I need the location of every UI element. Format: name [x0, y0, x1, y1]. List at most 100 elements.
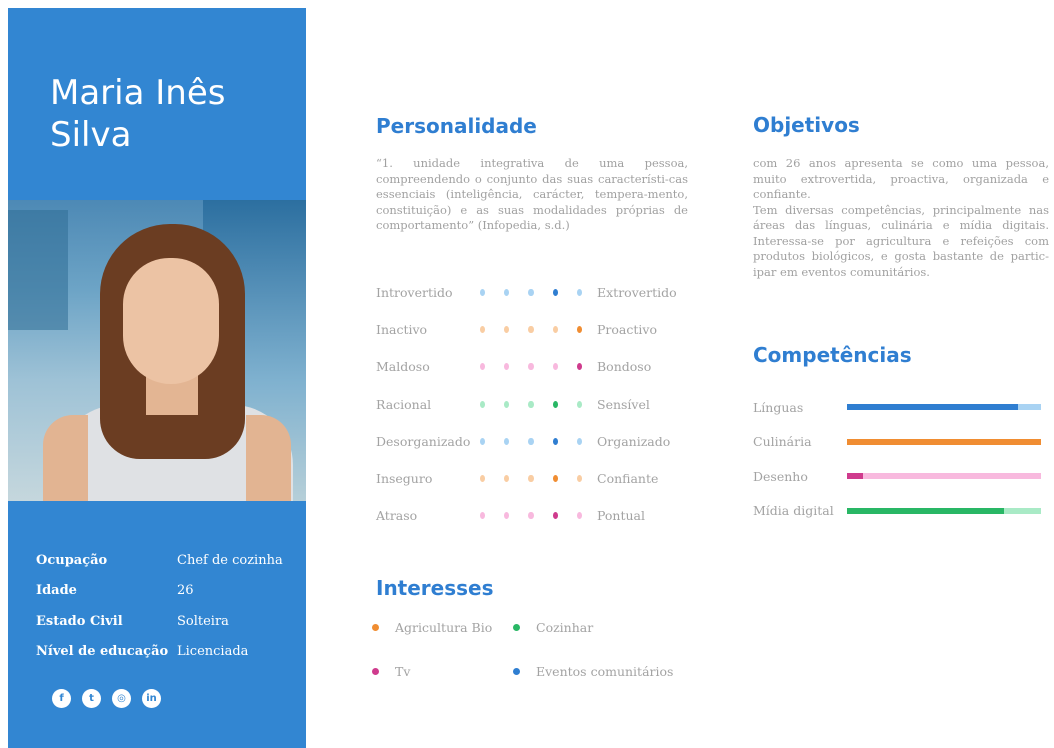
trait-right-label: Sensível — [597, 396, 650, 412]
profile-sidebar: Maria Inês Silva Ocupação Chef de cozinh… — [8, 8, 306, 748]
trait-dot — [504, 400, 510, 408]
trait-dot — [528, 289, 534, 297]
info-value: Licenciada — [177, 644, 249, 660]
trait-dot — [480, 326, 486, 334]
profile-name: Maria Inês Silva — [50, 72, 290, 156]
linkedin-icon[interactable]: in — [142, 689, 161, 708]
skills-title: Competências — [753, 343, 912, 367]
profile-photo — [8, 200, 306, 501]
trait-row: Inactivo Proactivo — [376, 311, 706, 348]
trait-dot — [528, 512, 534, 520]
personality-quote: “1. unidade integrativa de uma pessoa, c… — [376, 156, 688, 232]
skill-bar-track — [847, 473, 1041, 480]
trait-dot — [480, 437, 486, 445]
trait-scale — [480, 363, 583, 371]
trait-dot — [528, 400, 534, 408]
trait-right-label: Organizado — [597, 433, 671, 449]
trait-dot — [480, 289, 486, 297]
info-row-estado-civil: Estado Civil Solteira — [36, 606, 283, 637]
trait-dot — [480, 512, 486, 520]
interest-item: Tv — [372, 664, 410, 679]
trait-left-label: Inseguro — [376, 471, 433, 487]
trait-scale — [480, 475, 583, 483]
trait-dot — [504, 326, 510, 334]
trait-dot — [528, 437, 534, 445]
trait-scale — [480, 437, 583, 445]
skill-row: Culinária — [753, 425, 1043, 460]
trait-dot — [504, 363, 510, 371]
skill-label: Culinária — [753, 434, 812, 450]
info-row-idade: Idade 26 — [36, 576, 283, 607]
profile-info: Ocupação Chef de cozinha Idade 26 Estado… — [36, 545, 283, 667]
skill-label: Mídia digital — [753, 503, 834, 519]
skill-row: Mídia digital — [753, 494, 1043, 529]
trait-left-label: Desorganizado — [376, 433, 471, 449]
trait-left-label: Introvertido — [376, 285, 453, 301]
interest-label: Cozinhar — [536, 620, 594, 635]
info-row-ocupacao: Ocupação Chef de cozinha — [36, 545, 283, 576]
trait-dot — [576, 400, 583, 408]
personality-title: Personalidade — [376, 114, 537, 138]
twitter-icon[interactable]: t — [82, 689, 101, 708]
interest-label: Tv — [395, 664, 411, 679]
trait-right-label: Proactivo — [597, 322, 657, 338]
instagram-icon[interactable]: ◎ — [112, 689, 131, 708]
facebook-icon[interactable]: f — [52, 689, 71, 708]
trait-dot — [552, 363, 558, 371]
trait-dot — [576, 475, 583, 483]
skill-label: Línguas — [753, 399, 804, 415]
objectives-text: com 26 anos apresenta se como uma pessoa… — [753, 156, 1049, 279]
skill-bar-track — [847, 404, 1041, 411]
trait-dot — [480, 400, 486, 408]
trait-right-label: Extrovertido — [597, 285, 677, 301]
info-value: Solteira — [177, 613, 229, 629]
trait-dot — [552, 326, 558, 334]
trait-scale — [480, 289, 583, 297]
interest-item: Agricultura Bio — [372, 620, 492, 635]
last-name: Silva — [50, 115, 132, 155]
info-label: Idade — [36, 583, 77, 599]
skill-bar-track — [847, 507, 1041, 514]
trait-dot — [480, 363, 486, 371]
trait-row: Introvertido Extrovertido — [376, 274, 706, 311]
interest-label: Agricultura Bio — [395, 620, 493, 635]
trait-dot — [552, 512, 558, 520]
trait-dot — [528, 326, 534, 334]
interest-item: Cozinhar — [513, 620, 593, 635]
skill-label: Desenho — [753, 468, 808, 484]
trait-dot — [552, 289, 558, 297]
trait-right-label: Confiante — [597, 471, 659, 487]
info-value: Chef de cozinha — [177, 552, 283, 568]
skill-bar-track — [847, 438, 1041, 445]
trait-dot — [576, 363, 583, 371]
trait-row: Atraso Pontual — [376, 497, 706, 534]
info-row-educacao: Nível de educação Licenciada — [36, 637, 283, 668]
social-links: f t ◎ in — [52, 689, 161, 708]
interest-label: Eventos comunitários — [536, 664, 674, 679]
trait-dot — [504, 512, 510, 520]
trait-left-label: Inactivo — [376, 322, 428, 338]
trait-dot — [576, 289, 583, 297]
personality-traits: Introvertido Extrovertido Inactivo Proactiv… — [376, 274, 706, 534]
trait-right-label: Bondoso — [597, 359, 652, 375]
trait-dot — [576, 326, 583, 334]
skills-list: Línguas Culinária Desenho Mídia digital — [753, 390, 1043, 528]
trait-dot — [504, 437, 510, 445]
bullet-icon — [513, 624, 520, 631]
bullet-icon — [372, 668, 379, 675]
trait-row: Desorganizado Organizado — [376, 423, 706, 460]
trait-dot — [552, 400, 558, 408]
trait-dot — [504, 475, 510, 483]
info-value: 26 — [177, 583, 194, 599]
skill-bar-fill — [847, 438, 1041, 445]
trait-left-label: Racional — [376, 396, 432, 412]
trait-left-label: Maldoso — [376, 359, 430, 375]
trait-dot — [504, 289, 510, 297]
interests-title: Interesses — [376, 576, 494, 600]
trait-dot — [528, 475, 534, 483]
skill-bar-fill — [847, 404, 1018, 411]
trait-dot — [480, 475, 486, 483]
bullet-icon — [513, 668, 520, 675]
info-label: Ocupação — [36, 552, 108, 568]
interest-item: Eventos comunitários — [513, 664, 673, 679]
